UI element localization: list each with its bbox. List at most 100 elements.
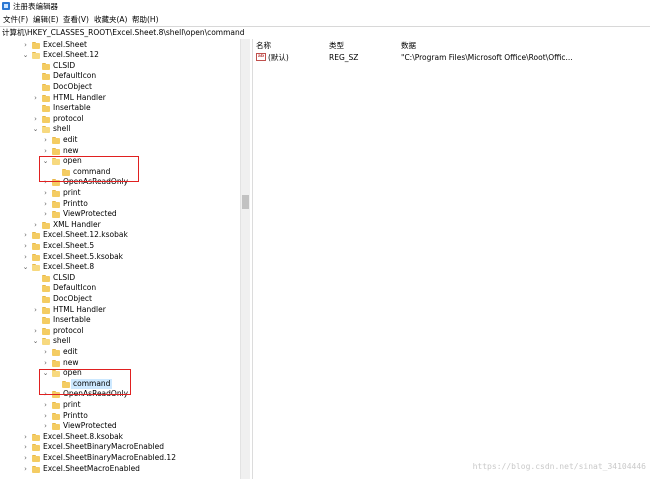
chevron-right-icon[interactable]: ›	[42, 188, 49, 199]
tree-node[interactable]: › Excel.Sheet.5	[0, 241, 240, 252]
tree-scrollbar[interactable]	[240, 39, 250, 479]
chevron-right-icon[interactable]: ›	[32, 326, 39, 337]
tree-node[interactable]: › protocol	[0, 114, 240, 125]
tree-node-label: Excel.Sheet.5.ksobak	[43, 251, 124, 261]
value-data: "C:\Program Files\Microsoft Office\Root\…	[401, 53, 573, 62]
tree-node[interactable]: › HTML Handler	[0, 305, 240, 316]
chevron-right-icon[interactable]: ›	[22, 252, 29, 263]
address-bar[interactable]: 计算机\HKEY_CLASSES_ROOT\Excel.Sheet.8\shel…	[0, 26, 650, 40]
chevron-right-icon[interactable]: ›	[42, 199, 49, 210]
folder-icon	[42, 285, 50, 293]
chevron-right-icon[interactable]: ›	[32, 93, 39, 104]
folder-icon	[52, 189, 60, 197]
tree-node[interactable]: › edit	[0, 135, 240, 146]
chevron-right-icon[interactable]: ›	[42, 411, 49, 422]
tree-node[interactable]: › Excel.Sheet.12.ksobak	[0, 230, 240, 241]
chevron-right-icon[interactable]: ›	[22, 241, 29, 252]
folder-icon	[42, 105, 50, 113]
tree-node[interactable]: › print	[0, 188, 240, 199]
chevron-right-icon[interactable]: ›	[42, 400, 49, 411]
tree-node[interactable]: CLSID	[0, 273, 240, 284]
tree-node[interactable]: › Excel.SheetBinaryMacroEnabled	[0, 442, 240, 453]
tree-node-label: CLSID	[53, 60, 76, 70]
folder-icon	[52, 211, 60, 219]
tree-node-label: ViewProtected	[63, 421, 117, 431]
tree-node[interactable]: DocObject	[0, 294, 240, 305]
folder-icon	[42, 274, 50, 282]
tree-node-label: Excel.Sheet.12	[43, 50, 99, 60]
tree-node[interactable]: › Excel.Sheet.5.ksobak	[0, 252, 240, 263]
chevron-right-icon[interactable]: ›	[42, 209, 49, 220]
tree-node[interactable]: › Excel.Sheet.8.ksobak	[0, 432, 240, 443]
chevron-down-icon[interactable]: ⌄	[32, 336, 39, 347]
folder-icon	[52, 412, 60, 420]
address-path[interactable]: 计算机\HKEY_CLASSES_ROOT\Excel.Sheet.8\shel…	[2, 27, 245, 39]
tree-node[interactable]: › new	[0, 146, 240, 157]
tree-node[interactable]: › print	[0, 400, 240, 411]
tree-node[interactable]: › Excel.Sheet	[0, 40, 240, 51]
tree-node[interactable]: › new	[0, 358, 240, 369]
chevron-down-icon[interactable]: ⌄	[22, 50, 29, 61]
tree-node[interactable]: › ViewProtected	[0, 421, 240, 432]
folder-icon	[42, 83, 50, 91]
chevron-right-icon[interactable]: ›	[42, 146, 49, 157]
tree-node[interactable]: DefaultIcon	[0, 283, 240, 294]
folder-icon	[42, 126, 50, 134]
chevron-right-icon[interactable]: ›	[22, 40, 29, 51]
column-header-name[interactable]: 名称	[256, 40, 271, 51]
chevron-right-icon[interactable]: ›	[42, 135, 49, 146]
tree-node[interactable]: ⌄ shell	[0, 124, 240, 135]
tree-node[interactable]: Insertable	[0, 315, 240, 326]
values-pane[interactable]: 名称 类型 数据 ab (默认) REG_SZ "C:\Program File…	[253, 39, 650, 479]
value-row[interactable]: ab (默认) REG_SZ "C:\Program Files\Microso…	[253, 52, 650, 63]
tree-node[interactable]: › Excel.SheetMacroEnabled	[0, 464, 240, 475]
folder-icon	[32, 264, 40, 272]
tree-node[interactable]: Insertable	[0, 103, 240, 114]
chevron-down-icon[interactable]: ⌄	[32, 124, 39, 135]
tree-node[interactable]: › protocol	[0, 326, 240, 337]
scrollbar-thumb[interactable]	[242, 195, 249, 209]
tree-node[interactable]: ⌄ Excel.Sheet.8	[0, 262, 240, 273]
chevron-right-icon[interactable]: ›	[22, 453, 29, 464]
tree-node[interactable]: › Excel.SheetBinaryMacroEnabled.12	[0, 453, 240, 464]
chevron-right-icon[interactable]: ›	[32, 220, 39, 231]
menu-help[interactable]: 帮助(H)	[132, 13, 159, 26]
highlight-box-excel-sheet-8-open	[39, 369, 131, 395]
chevron-right-icon[interactable]: ›	[22, 230, 29, 241]
tree-node[interactable]: CLSID	[0, 61, 240, 72]
tree-node[interactable]: › edit	[0, 347, 240, 358]
folder-icon	[32, 242, 40, 250]
menu-file[interactable]: 文件(F)	[3, 13, 28, 26]
chevron-right-icon[interactable]: ›	[22, 464, 29, 475]
menu-favorites[interactable]: 收藏夹(A)	[94, 13, 127, 26]
tree-node-label: Excel.Sheet.12.ksobak	[43, 230, 128, 240]
tree-node[interactable]: › Printto	[0, 199, 240, 210]
folder-icon	[32, 454, 40, 462]
tree-node[interactable]: › ViewProtected	[0, 209, 240, 220]
chevron-right-icon[interactable]: ›	[42, 347, 49, 358]
tree-node[interactable]: DocObject	[0, 82, 240, 93]
string-value-icon: ab	[256, 53, 266, 61]
chevron-right-icon[interactable]: ›	[42, 358, 49, 369]
tree-node[interactable]: › XML Handler	[0, 220, 240, 231]
tree-node[interactable]: ⌄ shell	[0, 336, 240, 347]
menu-view[interactable]: 查看(V)	[63, 13, 89, 26]
registry-tree[interactable]: › Excel.Sheet ⌄ Excel.Sheet.12 CLSID DefaultI…	[0, 39, 240, 479]
chevron-right-icon[interactable]: ›	[42, 421, 49, 432]
tree-node[interactable]: › Printto	[0, 411, 240, 422]
folder-icon	[52, 423, 60, 431]
tree-node[interactable]: ⌄ Excel.Sheet.12	[0, 50, 240, 61]
chevron-right-icon[interactable]: ›	[22, 432, 29, 443]
chevron-right-icon[interactable]: ›	[32, 305, 39, 316]
column-header-type[interactable]: 类型	[329, 40, 344, 51]
tree-node-label: protocol	[53, 113, 84, 123]
chevron-down-icon[interactable]: ⌄	[22, 262, 29, 273]
tree-node[interactable]: DefaultIcon	[0, 71, 240, 82]
chevron-right-icon[interactable]: ›	[32, 114, 39, 125]
tree-node[interactable]: › HTML Handler	[0, 93, 240, 104]
value-type: REG_SZ	[329, 53, 359, 62]
folder-icon	[52, 348, 60, 356]
menu-edit[interactable]: 编辑(E)	[33, 13, 59, 26]
chevron-right-icon[interactable]: ›	[22, 442, 29, 453]
column-header-data[interactable]: 数据	[401, 40, 416, 51]
